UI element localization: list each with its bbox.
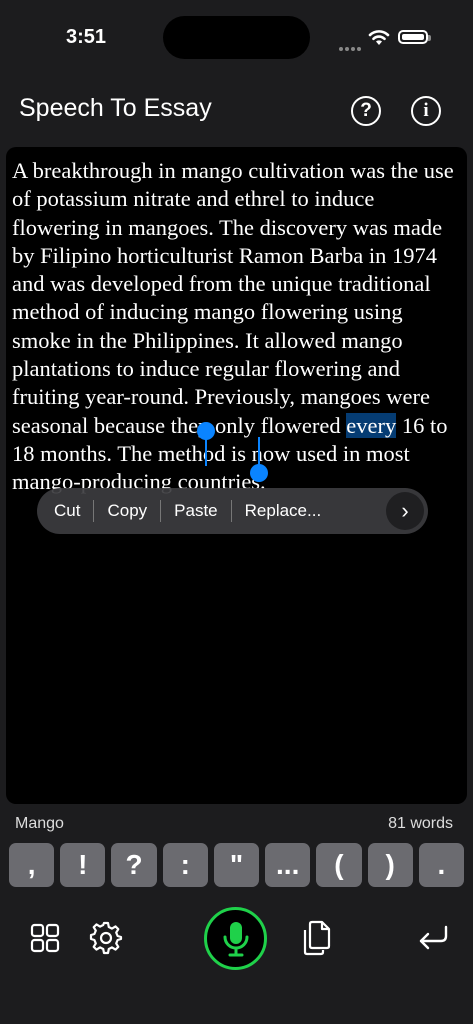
punctuation-key-quote[interactable]: " [214,843,259,887]
word-count: 81 words [388,815,453,833]
settings-button[interactable] [89,920,123,956]
info-icon: i [423,100,428,122]
punctuation-key-exclamation[interactable]: ! [60,843,105,887]
punctuation-key-comma[interactable]: , [9,843,54,887]
gear-icon [89,921,123,955]
punctuation-key-close-paren[interactable]: ) [368,843,413,887]
selected-text[interactable]: every [346,413,396,438]
wifi-icon [368,29,390,46]
dictation-mic-button[interactable] [204,907,267,970]
microphone-icon [222,920,250,958]
edit-context-menu: Cut Copy Paste Replace... › [37,488,428,534]
replace-menu-item[interactable]: Replace... [232,501,335,521]
selection-end-line [258,437,260,467]
copy-documents-button[interactable] [299,920,333,956]
dynamic-island [163,16,310,59]
app-title: Speech To Essay [19,94,212,123]
chevron-right-icon: › [401,498,408,524]
punctuation-key-question[interactable]: ? [111,843,156,887]
selection-start-line [205,436,207,466]
punctuation-key-open-paren[interactable]: ( [316,843,361,887]
grid-icon [30,923,60,953]
punctuation-key-period[interactable]: . [419,843,464,887]
punctuation-key-colon[interactable]: : [163,843,208,887]
info-button[interactable]: i [411,96,441,126]
status-time: 3:51 [66,26,106,49]
paste-menu-item[interactable]: Paste [161,501,230,521]
selection-start-handle[interactable] [197,422,215,440]
punctuation-key-ellipsis[interactable]: ... [265,843,310,887]
cut-menu-item[interactable]: Cut [41,501,93,521]
documents-grid-button[interactable] [28,920,62,956]
document-name: Mango [15,815,64,833]
copy-icon [299,920,333,956]
return-button[interactable] [416,920,450,956]
copy-menu-item[interactable]: Copy [94,501,160,521]
battery-icon [398,30,428,44]
selection-end-handle[interactable] [250,464,268,482]
text-before-selection: A breakthrough in mango cultivation was … [12,158,454,438]
return-arrow-icon [417,923,449,953]
essay-editor[interactable]: A breakthrough in mango cultivation was … [6,147,467,804]
question-icon: ? [360,100,372,122]
help-button[interactable]: ? [351,96,381,126]
cellular-signal-icon [339,38,363,56]
menu-more-button[interactable]: › [386,492,424,530]
punctuation-bar: , ! ? : " ... ( ) . [9,843,464,887]
essay-text[interactable]: A breakthrough in mango cultivation was … [12,157,462,497]
